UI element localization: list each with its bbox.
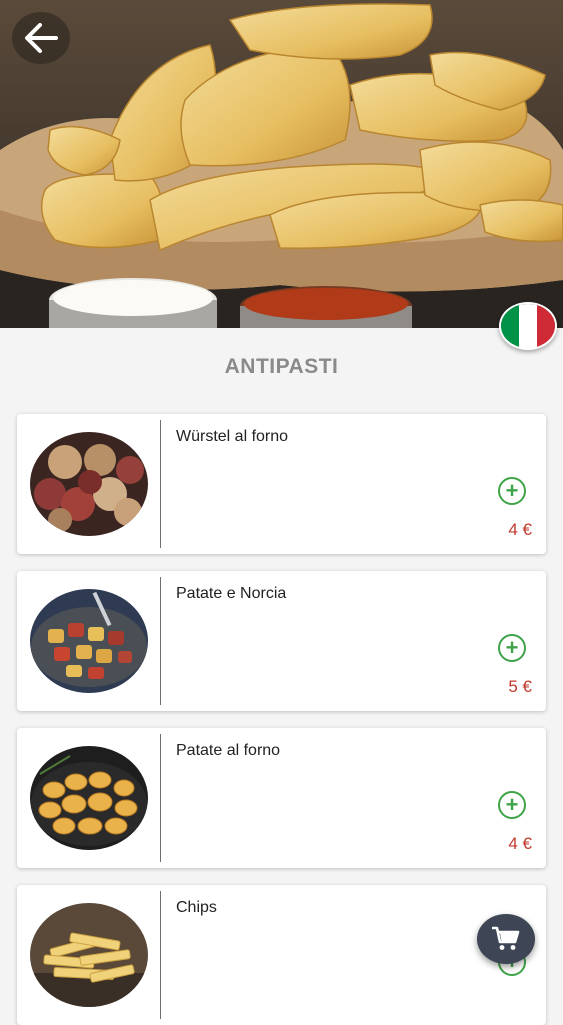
shopping-cart-icon <box>492 926 520 950</box>
menu-item-price: 4 € <box>508 520 532 539</box>
potato-wedges-photo <box>0 0 563 328</box>
cart-button[interactable] <box>477 914 535 964</box>
card-divider <box>160 577 161 705</box>
menu-item-name: Patate al forno <box>176 742 281 759</box>
menu-item-card[interactable]: Chips + <box>17 885 546 1025</box>
menu-item-price: 5 € <box>508 677 532 696</box>
menu-item-card[interactable]: Patate e Norcia + 5 € <box>17 571 546 711</box>
potatoes-with-sausage-photo <box>30 589 148 693</box>
add-to-cart-button[interactable]: + <box>498 634 526 662</box>
card-divider <box>160 734 161 862</box>
section-title: ANTIPASTI <box>224 355 339 378</box>
menu-section: ANTIPASTI Würstel al forno + 4 € Patate … <box>0 328 563 1025</box>
header-image <box>0 0 563 328</box>
menu-item-name: Patate e Norcia <box>176 585 287 602</box>
menu-item-card[interactable]: Würstel al forno + 4 € <box>17 414 546 554</box>
plus-circle-icon: + <box>505 635 519 660</box>
card-divider <box>160 420 161 548</box>
plus-circle-icon: + <box>505 478 519 503</box>
sausages-and-potatoes-photo <box>30 432 148 536</box>
menu-item-name: Würstel al forno <box>176 428 289 445</box>
language-selector-button[interactable] <box>499 302 557 350</box>
plus-circle-icon: + <box>505 792 519 817</box>
back-button[interactable] <box>12 12 70 64</box>
add-to-cart-button[interactable]: + <box>498 791 526 819</box>
arrow-left-icon <box>25 23 58 53</box>
menu-item-card[interactable]: Patate al forno + 4 € <box>17 728 546 868</box>
menu-item-name: Chips <box>176 899 217 916</box>
menu-item-price: 4 € <box>508 834 532 853</box>
chips-photo <box>30 903 148 1007</box>
roasted-potatoes-photo <box>30 746 148 850</box>
add-to-cart-button[interactable]: + <box>498 477 526 505</box>
